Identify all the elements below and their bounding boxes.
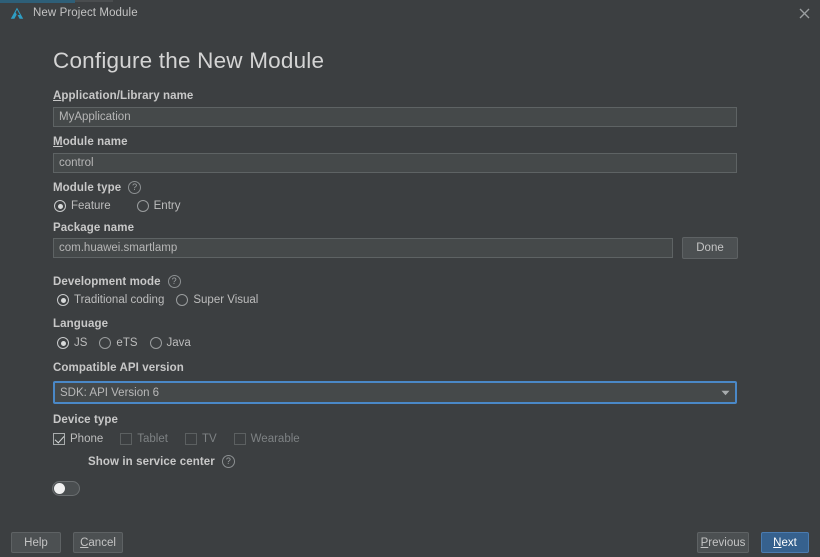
radio-development-mode-traditional-coding[interactable]: Traditional coding [57, 294, 164, 306]
next-button[interactable]: Next [761, 532, 809, 553]
next-button-rest: ext [781, 536, 797, 549]
show-in-service-center-toggle[interactable] [52, 481, 80, 496]
previous-button-rest: revious [708, 536, 746, 549]
radio-indicator [99, 337, 112, 349]
window-accent-strip [0, 0, 75, 3]
package-name-label: Package name [53, 222, 135, 234]
app-name-input[interactable] [53, 107, 737, 127]
app-name-label: Application/Library name [53, 90, 193, 102]
window-title: New Project Module [33, 7, 138, 19]
radio-language-ets[interactable]: eTS [99, 337, 138, 349]
checkbox-indicator [233, 433, 246, 445]
radio-indicator [149, 337, 162, 349]
window-accent-strip-secondary [75, 0, 113, 2]
radio-label: Java [166, 337, 191, 349]
radio-label: Entry [153, 200, 181, 212]
language-label: Language [53, 318, 109, 330]
radio-label: Super Visual [193, 294, 259, 306]
development-mode-label-row: Development mode ? [53, 275, 181, 288]
module-name-label-rest: odule name [62, 136, 128, 148]
api-version-select[interactable]: SDK: API Version 6 [53, 381, 737, 404]
development-mode-radio-group: Traditional coding Super Visual [57, 294, 272, 306]
radio-indicator [57, 337, 69, 349]
radio-indicator [176, 294, 189, 306]
checkbox-indicator [53, 433, 65, 445]
api-version-selected-value: SDK: API Version 6 [60, 386, 160, 399]
page-title: Configure the New Module [53, 48, 325, 73]
radio-module-type-feature[interactable]: Feature [54, 200, 111, 212]
checkbox-label: Wearable [250, 433, 300, 445]
cancel-button[interactable]: Cancel [73, 532, 123, 553]
radio-module-type-entry[interactable]: Entry [136, 200, 181, 212]
chevron-down-icon [721, 383, 730, 402]
language-radio-group: JS eTS Java [57, 337, 205, 349]
checkbox-label: Tablet [137, 433, 168, 445]
radio-development-mode-super-visual[interactable]: Super Visual [176, 294, 258, 306]
checkbox-label: Phone [70, 433, 104, 445]
question-mark-icon[interactable]: ? [167, 275, 181, 288]
help-button[interactable]: Help [11, 532, 61, 553]
dialog-footer: Help Cancel Previous Next [0, 520, 820, 557]
radio-label: eTS [116, 337, 138, 349]
checkbox-label: TV [201, 433, 217, 445]
show-in-service-center-label: Show in service center [88, 455, 215, 468]
device-type-checkbox-group: Phone Tablet TV Wearable [53, 433, 314, 445]
radio-label: Feature [71, 200, 111, 212]
show-in-service-center-label-row: Show in service center ? [88, 455, 235, 468]
checkbox-indicator [120, 433, 133, 445]
api-version-label: Compatible API version [53, 362, 184, 374]
toggle-knob [54, 483, 65, 494]
previous-button[interactable]: Previous [697, 532, 749, 553]
module-name-label-mnemonic: M [53, 136, 63, 148]
radio-label: JS [74, 337, 88, 349]
done-button[interactable]: Done [682, 237, 738, 259]
close-icon[interactable] [794, 4, 814, 22]
previous-button-mnemonic: P [700, 536, 709, 549]
app-name-label-rest: pplication/Library name [61, 90, 194, 102]
checkbox-device-tv[interactable]: TV [184, 433, 217, 445]
radio-label: Traditional coding [74, 294, 165, 306]
huawei-devco-logo-icon [9, 5, 25, 21]
development-mode-label: Development mode [53, 275, 161, 288]
radio-language-js[interactable]: JS [57, 337, 87, 349]
radio-indicator [57, 294, 69, 306]
module-type-label: Module type [53, 181, 122, 194]
device-type-label: Device type [53, 414, 119, 426]
window-title-bar: New Project Module [0, 0, 820, 26]
next-button-mnemonic: N [773, 536, 782, 549]
dialog-content: Configure the New Module Application/Lib… [0, 26, 820, 520]
module-name-input[interactable] [53, 153, 737, 173]
checkbox-device-tablet[interactable]: Tablet [120, 433, 168, 445]
cancel-button-rest: ancel [88, 536, 116, 549]
radio-indicator [136, 200, 149, 212]
module-type-radio-group: Feature Entry [54, 200, 194, 212]
checkbox-indicator [184, 433, 197, 445]
module-name-label: Module name [53, 136, 128, 148]
question-mark-icon[interactable]: ? [221, 455, 235, 468]
question-mark-icon[interactable]: ? [128, 181, 142, 194]
radio-indicator [54, 200, 66, 212]
module-type-label-row: Module type ? [53, 181, 142, 194]
radio-language-java[interactable]: Java [149, 337, 191, 349]
cancel-button-mnemonic: C [80, 536, 89, 549]
checkbox-device-phone[interactable]: Phone [53, 433, 103, 445]
package-name-input[interactable] [53, 238, 673, 258]
checkbox-device-wearable[interactable]: Wearable [233, 433, 300, 445]
